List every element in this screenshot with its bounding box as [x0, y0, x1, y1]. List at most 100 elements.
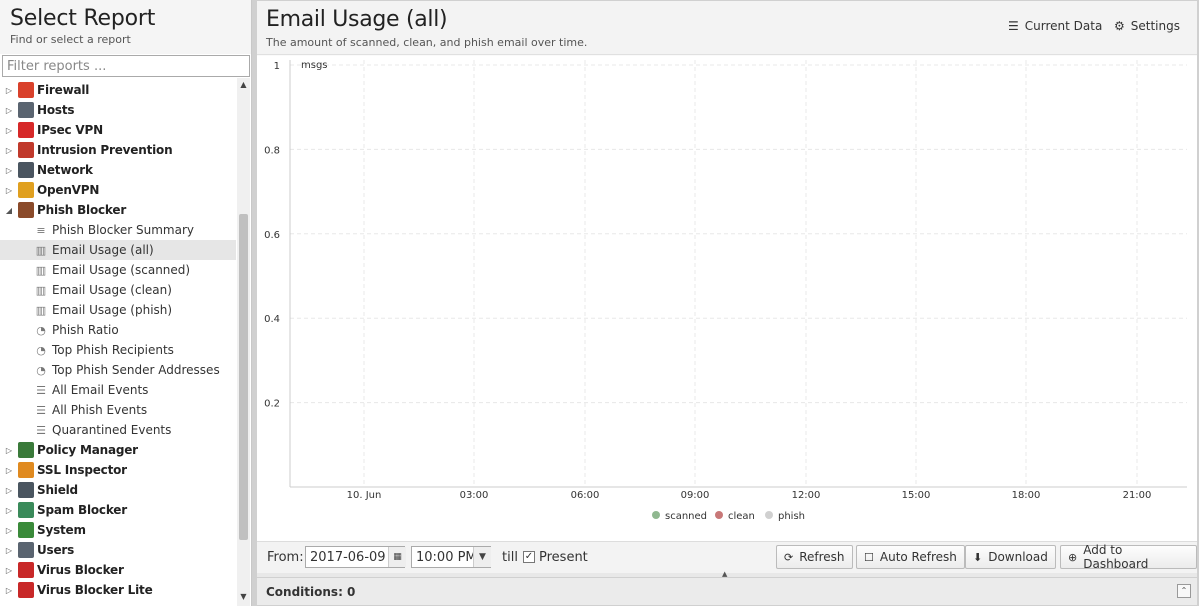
- tree-category-label: Spam Blocker: [37, 503, 127, 517]
- tree-category-label: Virus Blocker: [37, 563, 124, 577]
- tree-report-item[interactable]: ☰ All Email Events: [0, 380, 236, 400]
- expand-arrow-icon[interactable]: ▷: [0, 186, 18, 195]
- expand-arrow-icon[interactable]: ▷: [0, 546, 18, 555]
- legend-label-scanned: scanned: [665, 511, 707, 522]
- refresh-button[interactable]: ⟳ Refresh: [776, 545, 853, 569]
- tree-category-label: Firewall: [37, 83, 90, 97]
- network-icon: [18, 162, 34, 178]
- tree-category-label: OpenVPN: [37, 183, 100, 197]
- scroll-up-arrow-icon[interactable]: ▲: [237, 80, 250, 89]
- calendar-icon[interactable]: ▦: [388, 547, 406, 567]
- auto-refresh-button[interactable]: ☐ Auto Refresh: [856, 545, 965, 569]
- expand-conditions-icon[interactable]: ⌃: [1177, 584, 1191, 598]
- tree-category-virus-blocker-lite[interactable]: ▷ Virus Blocker Lite: [0, 580, 236, 600]
- plus-circle-icon: ⊕: [1068, 550, 1078, 564]
- chevron-down-icon[interactable]: ▼: [473, 547, 491, 567]
- expand-arrow-icon[interactable]: ▷: [0, 106, 18, 115]
- legend-label-clean: clean: [728, 511, 755, 522]
- tree-category-openvpn[interactable]: ▷ OpenVPN: [0, 180, 236, 200]
- tree-report-item[interactable]: ▥ Email Usage (phish): [0, 300, 236, 320]
- filter-reports-input[interactable]: [2, 55, 250, 77]
- toolbar-separator: [1055, 548, 1056, 566]
- bar-chart-icon: ▥: [35, 283, 47, 297]
- expand-arrow-icon[interactable]: ▷: [0, 506, 18, 515]
- till-label: till: [502, 550, 518, 565]
- bar-chart-icon: ▥: [35, 303, 47, 317]
- download-button[interactable]: ⬇ Download: [965, 545, 1056, 569]
- expand-arrow-icon[interactable]: ▷: [0, 126, 18, 135]
- tree-category-label: Users: [37, 543, 75, 557]
- add-to-dashboard-button[interactable]: ⊕ Add to Dashboard: [1060, 543, 1197, 571]
- tree-category-label: IPsec VPN: [37, 123, 103, 137]
- list-icon: ☰: [36, 383, 46, 397]
- scroll-down-arrow-icon[interactable]: ▼: [237, 592, 250, 601]
- tree-category-hosts[interactable]: ▷ Hosts: [0, 100, 236, 120]
- list-icon: ☰: [36, 403, 46, 417]
- report-selector-panel: Select Report Find or select a report ▷ F…: [0, 0, 252, 606]
- scroll-thumb[interactable]: [239, 214, 248, 540]
- tree-category-virus-blocker[interactable]: ▷ Virus Blocker: [0, 560, 236, 580]
- tree-report-item[interactable]: ◔ Phish Ratio: [0, 320, 236, 340]
- expand-arrow-icon[interactable]: ▷: [0, 566, 18, 575]
- expand-arrow-icon[interactable]: ▷: [0, 446, 18, 455]
- tree-report-item[interactable]: ☰ All Phish Events: [0, 400, 236, 420]
- auto-refresh-label: Auto Refresh: [879, 550, 957, 564]
- spam-blocker-icon: [18, 502, 34, 518]
- tree-category-network[interactable]: ▷ Network: [0, 160, 236, 180]
- tree-report-item[interactable]: ◔ Top Phish Recipients: [0, 340, 236, 360]
- tree-category-policy-manager[interactable]: ▷ Policy Manager: [0, 440, 236, 460]
- x-tick-label: 09:00: [681, 490, 710, 501]
- gear-icon: ⚙: [1114, 19, 1125, 33]
- sidebar-header: Select Report Find or select a report: [0, 0, 251, 54]
- chart-area: 1 0.8 0.6 0.4 0.2 10. Jun 03:00 06:00 09:00 12:00…: [257, 56, 1197, 541]
- tree-report-item[interactable]: ▥ Email Usage (all): [0, 240, 236, 260]
- tree-report-label: Phish Blocker Summary: [52, 223, 194, 237]
- tree-category-users[interactable]: ▷ Users: [0, 540, 236, 560]
- x-tick-label: 10. Jun: [347, 490, 382, 501]
- refresh-icon: ⟳: [784, 550, 794, 564]
- tree-category-label: Shield: [37, 483, 78, 497]
- tree-report-item[interactable]: ☰ Quarantined Events: [0, 420, 236, 440]
- tree-category-phish-blocker[interactable]: ◢ Phish Blocker: [0, 200, 236, 220]
- tree-report-item[interactable]: ▥ Email Usage (clean): [0, 280, 236, 300]
- current-data-button[interactable]: ☰ Current Data: [1008, 19, 1102, 33]
- expand-arrow-icon[interactable]: ▷: [0, 586, 18, 595]
- tree-category-label: Phish Blocker: [37, 203, 127, 217]
- tree-category-system[interactable]: ▷ System: [0, 520, 236, 540]
- tree-report-item[interactable]: ▥ Email Usage (scanned): [0, 260, 236, 280]
- sidebar-subtitle: Find or select a report: [10, 33, 131, 46]
- system-icon: [18, 522, 34, 538]
- tree-report-item[interactable]: ◔ Top Phish Sender Addresses: [0, 360, 236, 380]
- tree-report-item[interactable]: ≡ Phish Blocker Summary: [0, 220, 236, 240]
- expand-arrow-icon[interactable]: ▷: [0, 526, 18, 535]
- conditions-label: Conditions: 0: [266, 585, 356, 599]
- tree-category-ipsec-vpn[interactable]: ▷ IPsec VPN: [0, 120, 236, 140]
- tree-category-spam-blocker[interactable]: ▷ Spam Blocker: [0, 500, 236, 520]
- table-icon: ☰: [1008, 19, 1019, 33]
- policy-manager-icon: [18, 442, 34, 458]
- expand-arrow-icon[interactable]: ▷: [0, 86, 18, 95]
- expand-arrow-icon[interactable]: ▷: [0, 166, 18, 175]
- y-tick-label: 0.8: [264, 145, 280, 156]
- collapse-arrow-icon[interactable]: ◢: [0, 206, 18, 215]
- tree-category-label: Network: [37, 163, 93, 177]
- present-checkbox[interactable]: ✓: [523, 551, 535, 563]
- x-tick-label: 18:00: [1012, 490, 1041, 501]
- tree-category-ssl-inspector[interactable]: ▷ SSL Inspector: [0, 460, 236, 480]
- tree-category-shield[interactable]: ▷ Shield: [0, 480, 236, 500]
- virus-blocker-icon: [18, 562, 34, 578]
- tree-scrollbar[interactable]: ▲ ▼: [237, 78, 250, 606]
- bar-chart-icon: ▥: [35, 263, 47, 277]
- settings-button[interactable]: ⚙ Settings: [1114, 19, 1180, 33]
- refresh-label: Refresh: [799, 550, 845, 564]
- pie-chart-icon: ◔: [36, 323, 46, 337]
- filter-wrapper: [2, 55, 250, 77]
- from-label: From:: [267, 550, 304, 565]
- tree-report-label: All Email Events: [52, 383, 149, 397]
- tree-category-intrusion-prevention[interactable]: ▷ Intrusion Prevention: [0, 140, 236, 160]
- expand-arrow-icon[interactable]: ▷: [0, 486, 18, 495]
- expand-arrow-icon[interactable]: ▷: [0, 146, 18, 155]
- y-axis-label: msgs: [301, 60, 328, 71]
- expand-arrow-icon[interactable]: ▷: [0, 466, 18, 475]
- tree-category-firewall[interactable]: ▷ Firewall: [0, 80, 236, 100]
